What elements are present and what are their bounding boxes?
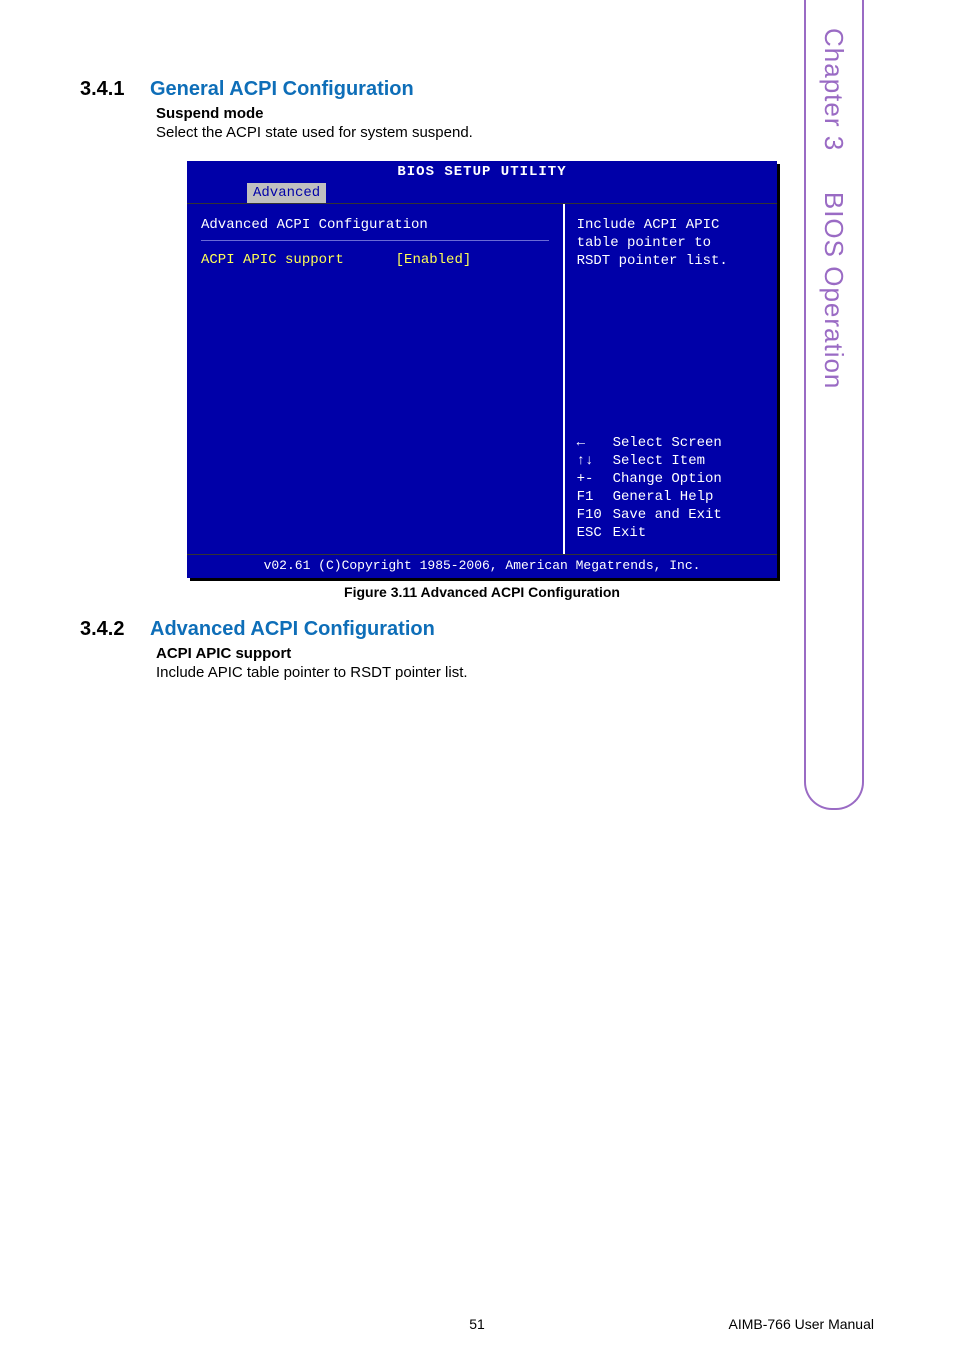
bios-footer: v02.61 (C)Copyright 1985-2006, American …	[187, 554, 777, 578]
bios-help-line: Include ACPI APIC	[577, 216, 765, 234]
bios-key-row: ↑↓Select Item	[577, 452, 765, 470]
page: Chapter 3 BIOS Operation 3.4.1 General A…	[0, 0, 954, 1350]
bios-option-value: [Enabled]	[396, 251, 472, 269]
bios-right-panel: Include ACPI APIC table pointer to RSDT …	[565, 204, 777, 554]
chapter-side-tab: Chapter 3 BIOS Operation	[804, 0, 864, 810]
bios-key-action: Select Screen	[613, 435, 722, 451]
setting-name: ACPI APIC support	[156, 645, 796, 662]
bios-key: +-	[577, 470, 613, 488]
bios-key-row: ←Select Screen	[577, 434, 765, 452]
section-title: Advanced ACPI Configuration	[150, 618, 435, 641]
bios-key-action: Change Option	[613, 471, 722, 487]
setting-name: Suspend mode	[156, 105, 796, 122]
chapter-side-label: Chapter 3 BIOS Operation	[819, 28, 849, 389]
setting-description: Include APIC table pointer to RSDT point…	[156, 664, 796, 681]
bios-key-action: Exit	[613, 525, 647, 541]
bios-help-line: table pointer to	[577, 234, 765, 252]
bios-key-action: General Help	[613, 489, 714, 505]
setting-description: Select the ACPI state used for system su…	[156, 124, 796, 141]
bios-help-text: Include ACPI APIC table pointer to RSDT …	[577, 216, 765, 270]
bios-key-legend: ←Select Screen ↑↓Select Item +-Change Op…	[577, 434, 765, 542]
bios-window: BIOS SETUP UTILITY Advanced Advanced ACP…	[187, 161, 777, 578]
bios-title-bar: BIOS SETUP UTILITY	[187, 161, 777, 183]
bios-left-panel: Advanced ACPI Configuration ACPI APIC su…	[187, 204, 565, 554]
bios-option-row[interactable]: ACPI APIC support [Enabled]	[201, 251, 549, 269]
bios-key: ↑↓	[577, 452, 613, 470]
bios-body: Advanced ACPI Configuration ACPI APIC su…	[187, 203, 777, 554]
bios-key-row: F1General Help	[577, 488, 765, 506]
bios-option-label: ACPI APIC support	[201, 251, 396, 269]
figure-caption: Figure 3.11 Advanced ACPI Configuration	[187, 584, 777, 600]
bios-key-action: Select Item	[613, 453, 705, 469]
bios-panel-title: Advanced ACPI Configuration	[201, 216, 549, 234]
bios-menu-tab-advanced[interactable]: Advanced	[247, 183, 326, 203]
figure-bios-screenshot: BIOS SETUP UTILITY Advanced Advanced ACP…	[187, 161, 777, 600]
bios-key: ESC	[577, 524, 613, 542]
bios-divider	[201, 240, 549, 241]
section-number: 3.4.2	[80, 618, 132, 641]
section-3-4-1: 3.4.1 General ACPI Configuration Suspend…	[80, 78, 884, 141]
bios-key: F10	[577, 506, 613, 524]
chapter-title: BIOS Operation	[819, 192, 849, 390]
document-name: AIMB-766 User Manual	[728, 1316, 874, 1332]
bios-key: ←	[577, 434, 613, 452]
chapter-number: Chapter 3	[819, 28, 849, 151]
bios-key: F1	[577, 488, 613, 506]
bios-help-line: RSDT pointer list.	[577, 252, 765, 270]
section-3-4-2: 3.4.2 Advanced ACPI Configuration ACPI A…	[80, 618, 884, 681]
section-title: General ACPI Configuration	[150, 78, 414, 101]
bios-key-row: F10Save and Exit	[577, 506, 765, 524]
bios-key-row: +-Change Option	[577, 470, 765, 488]
section-number: 3.4.1	[80, 78, 132, 101]
bios-key-row: ESCExit	[577, 524, 765, 542]
bios-menu-bar: Advanced	[187, 183, 777, 203]
bios-key-action: Save and Exit	[613, 507, 722, 523]
